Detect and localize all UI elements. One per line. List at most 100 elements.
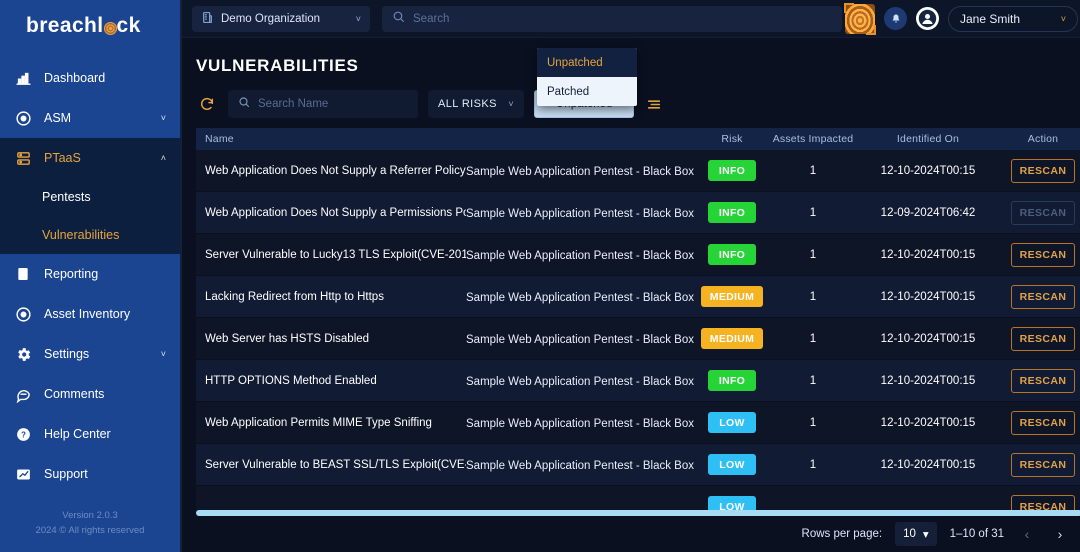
chevron-down-icon[interactable]: ˅ xyxy=(161,349,166,359)
table-cell-assets-impacted: 1 xyxy=(809,332,817,345)
sidebar-item-pentests[interactable]: Pentests xyxy=(0,178,180,216)
chevron-down-icon[interactable]: ˅ xyxy=(1061,14,1066,24)
rescan-button[interactable]: RESCAN xyxy=(1011,452,1075,477)
vulnerability-name-link[interactable]: Web Application Permits MIME Type Sniffi… xyxy=(205,417,466,429)
table-cell-risk: INFO xyxy=(696,244,768,265)
sidebar-item-settings[interactable]: Settings ˅ xyxy=(0,334,180,374)
rescan-button[interactable]: RESCAN xyxy=(1011,368,1075,393)
vulnerability-name-link[interactable]: Web Application Does Not Supply a Permis… xyxy=(205,207,466,219)
dropdown-option-patched[interactable]: Patched xyxy=(537,77,637,106)
sidebar-item-label: Settings xyxy=(44,347,90,361)
sidebar-item-asm[interactable]: ASM ˅ xyxy=(0,98,180,138)
sidebar-item-support[interactable]: Support xyxy=(0,454,180,494)
sidebar-item-help-center[interactable]: ? Help Center xyxy=(0,414,180,454)
building-icon xyxy=(201,11,214,27)
vulnerability-name-link[interactable]: Server Vulnerable to Lucky13 TLS Exploit… xyxy=(205,249,466,261)
vulnerability-name-link[interactable]: Web Application Does Not Supply a Referr… xyxy=(205,165,466,177)
search-input[interactable] xyxy=(413,12,832,25)
rescan-button: RESCAN xyxy=(1011,200,1075,225)
column-header-identified-on: Identified On xyxy=(896,133,960,145)
horizontal-scrollbar[interactable] xyxy=(196,510,1080,516)
sidebar-subitem-label: Vulnerabilities xyxy=(42,228,120,242)
table-pagination: Rows per page: 10 ▾ 1–10 of 31 ‹ › xyxy=(182,516,1080,552)
sidebar-item-label: Comments xyxy=(44,387,105,401)
rescan-button[interactable]: RESCAN xyxy=(1011,158,1075,183)
table-cell-action: RESCAN xyxy=(998,200,1080,225)
table-cell-risk: MEDIUM xyxy=(696,286,768,307)
table-body: Web Application Does Not Supply a Referr… xyxy=(196,150,1080,516)
user-menu[interactable]: Jane Smith ˅ xyxy=(948,5,1078,32)
table-cell-assets-impacted: 1 xyxy=(809,248,817,261)
sidebar-group-ptaas: PTaaS ˄ Pentests Vulnerabilities xyxy=(0,138,180,254)
chevron-left-icon[interactable]: ‹ xyxy=(1017,524,1037,544)
table-row[interactable]: Server Vulnerable to BEAST SSL/TLS Explo… xyxy=(196,444,1080,486)
table-row[interactable]: Web Application Does Not Supply a Referr… xyxy=(196,150,1080,192)
vulnerability-name-link[interactable]: Lacking Redirect from Http to Https xyxy=(205,291,466,303)
table-cell-identified-on: 12-10-2024T00:15 xyxy=(880,374,976,387)
rescan-button[interactable]: RESCAN xyxy=(1011,284,1075,309)
risk-badge: LOW xyxy=(708,454,756,475)
copyright-text: 2024 © All rights reserved xyxy=(35,525,145,536)
brand-logo-text: breachl ck xyxy=(26,14,141,38)
rows-per-page-select[interactable]: 10 ▾ xyxy=(895,522,937,546)
organization-selector[interactable]: Demo Organization ˅ xyxy=(192,5,370,32)
sidebar-item-dashboard[interactable]: Dashboard xyxy=(0,58,180,98)
table-cell-identified-on: 12-10-2024T00:15 xyxy=(880,332,976,345)
risk-badge: INFO xyxy=(708,160,756,181)
table-cell-pentest: Sample Web Application Pentest - Black B… xyxy=(466,414,696,432)
patch-status-dropdown-menu[interactable]: Unpatched Patched xyxy=(537,48,637,106)
vulnerability-name-link[interactable]: HTTP OPTIONS Method Enabled xyxy=(205,375,466,387)
table-cell-assets-impacted: 1 xyxy=(809,290,817,303)
risk-filter-select[interactable]: ALL RISKS ˅ xyxy=(428,90,524,118)
brand-logo[interactable]: breachl ck xyxy=(0,0,180,52)
chevron-down-icon[interactable]: ▾ xyxy=(923,527,929,541)
rescan-button[interactable]: RESCAN xyxy=(1011,410,1075,435)
pentest-name: Sample Web Application Pentest - Black B… xyxy=(466,333,694,346)
table-row[interactable]: Lacking Redirect from Http to Https Sampl… xyxy=(196,276,1080,318)
chevron-right-icon[interactable]: › xyxy=(1050,524,1070,544)
rescan-button[interactable]: RESCAN xyxy=(1011,326,1075,351)
sidebar-item-comments[interactable]: Comments xyxy=(0,374,180,414)
sidebar-item-vulnerabilities[interactable]: Vulnerabilities xyxy=(0,216,180,254)
chat-bubble-icon xyxy=(12,383,34,405)
pentest-name: Sample Web Application Pentest - Black B… xyxy=(466,375,694,388)
server-rack-icon xyxy=(12,147,34,169)
target-circle-icon xyxy=(12,107,34,129)
table-cell-identified-on: 12-10-2024T00:15 xyxy=(880,416,976,429)
table-row[interactable]: Web Server has HSTS Disabled Sample Web A… xyxy=(196,318,1080,360)
sidebar: breachl ck Dashboard ASM ˅ PTaaS ˄ Pente… xyxy=(0,0,180,552)
sidebar-item-asset-inventory[interactable]: Asset Inventory xyxy=(0,294,180,334)
table-row[interactable]: HTTP OPTIONS Method Enabled Sample Web Ap… xyxy=(196,360,1080,402)
vulnerability-name-link[interactable]: Web Server has HSTS Disabled xyxy=(205,333,466,345)
table-cell-pentest: Sample Web Application Pentest - Black B… xyxy=(466,204,696,222)
name-search[interactable] xyxy=(228,90,418,118)
risk-filter-value: ALL RISKS xyxy=(438,98,497,110)
sidebar-item-reporting[interactable]: Reporting xyxy=(0,254,180,294)
bell-icon[interactable] xyxy=(884,7,907,30)
risk-badge: INFO xyxy=(708,202,756,223)
dropdown-option-unpatched[interactable]: Unpatched xyxy=(537,48,637,77)
pentest-name: Sample Web Application Pentest - Black B… xyxy=(466,207,694,220)
top-bar: Demo Organization ˅ Search Jane Smith ˅ xyxy=(182,0,1080,38)
vulnerability-name-link[interactable]: Server Vulnerable to BEAST SSL/TLS Explo… xyxy=(205,459,466,471)
table-row[interactable]: Web Application Permits MIME Type Sniffi… xyxy=(196,402,1080,444)
search-name-input[interactable] xyxy=(258,98,408,110)
user-avatar-icon[interactable] xyxy=(916,7,939,30)
global-search[interactable] xyxy=(382,5,842,32)
table-row[interactable]: Web Application Does Not Supply a Permis… xyxy=(196,192,1080,234)
chevron-down-icon[interactable]: ˅ xyxy=(356,14,361,24)
chevron-down-icon[interactable]: ˅ xyxy=(508,99,514,109)
refresh-icon[interactable] xyxy=(196,93,218,115)
table-row[interactable]: Server Vulnerable to Lucky13 TLS Exploit… xyxy=(196,234,1080,276)
chevron-up-icon[interactable]: ˄ xyxy=(161,153,166,163)
fingerprint-scan-icon[interactable] xyxy=(844,2,876,35)
table-cell-risk: LOW xyxy=(696,412,768,433)
sort-lines-icon[interactable] xyxy=(644,94,664,114)
table-cell-assets-impacted: 1 xyxy=(809,164,817,177)
chevron-down-icon[interactable]: ˅ xyxy=(161,113,166,123)
target-circle-icon xyxy=(12,303,34,325)
sidebar-item-ptaas[interactable]: PTaaS ˄ xyxy=(0,138,180,178)
rescan-button[interactable]: RESCAN xyxy=(1011,242,1075,267)
column-header-risk: Risk xyxy=(721,133,743,145)
risk-badge: INFO xyxy=(708,370,756,391)
